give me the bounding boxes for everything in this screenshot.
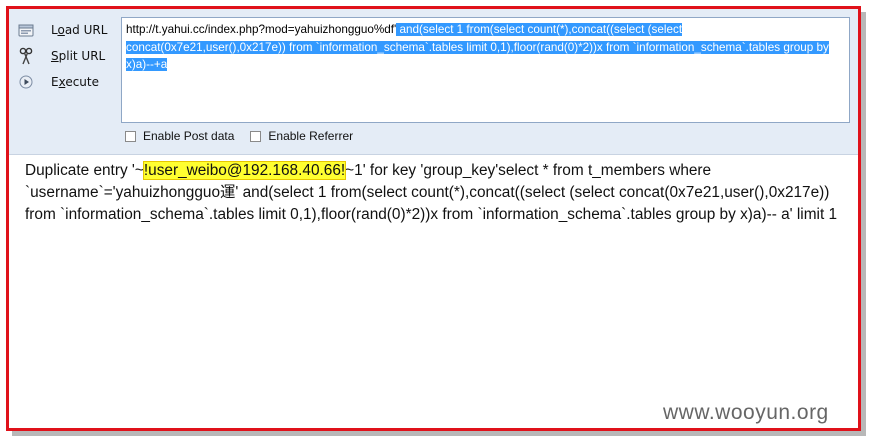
page-content-error: Duplicate entry '~!user_weibo@192.168.40… [25,160,845,226]
split-url-icon [17,47,35,65]
split-url-button[interactable]: Split URL [17,43,121,69]
split-url-label: Split URL [51,49,106,63]
frame-shadow-right [861,12,866,435]
execute-label: Execute [51,75,100,89]
enable-referrer-checkbox[interactable] [250,130,262,142]
execute-icon [17,73,35,91]
wooyun-watermark: www.wooyun.org [663,401,829,424]
enable-post-data-option[interactable]: Enable Post data [125,129,234,143]
frame-shadow-bottom [12,431,866,436]
load-url-label: Load URL [51,23,108,37]
enable-post-data-checkbox[interactable] [125,130,136,142]
url-text-unselected: http://t.yahui.cc/index.php?mod=yahuizho… [126,23,397,36]
enable-referrer-option[interactable]: Enable Referrer [250,129,353,143]
error-text-prefix: Duplicate entry '~ [25,162,144,179]
enable-referrer-label: Enable Referrer [268,129,354,143]
leaked-user-highlight: !user_weibo@192.168.40.66! [142,161,347,180]
hackbar-menu: Load URL Split URL Execute [17,17,121,95]
url-textarea[interactable]: http://t.yahui.cc/index.php?mod=yahuizho… [121,17,850,123]
execute-button[interactable]: Execute [17,69,121,95]
hackbar-options: Enable Post data Enable Referrer [125,129,369,143]
enable-post-data-label: Enable Post data [143,129,235,143]
hackbar-toolbar: Load URL Split URL Execute http://t.yahu… [9,9,858,155]
load-url-button[interactable]: Load URL [17,17,121,43]
screenshot-frame: Load URL Split URL Execute http://t.yahu… [6,6,861,431]
load-url-icon [17,21,35,39]
